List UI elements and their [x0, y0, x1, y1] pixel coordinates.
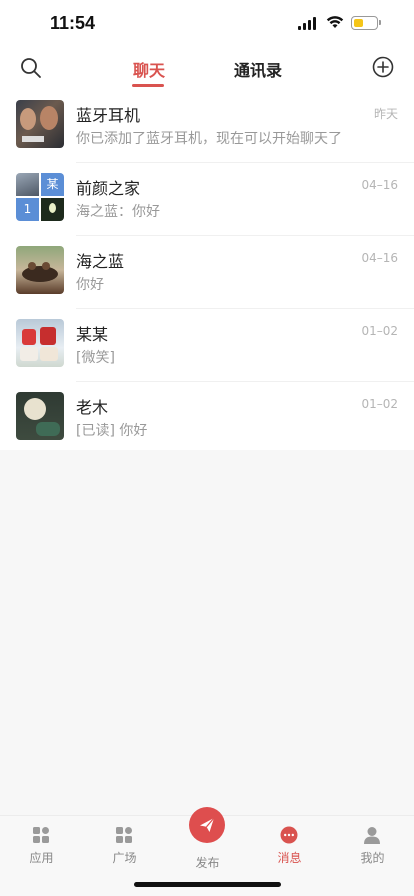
- tab-label: 我的: [360, 851, 385, 865]
- chat-item[interactable]: 某 1 前颜之家 海之蓝：你好 04–16: [0, 163, 414, 236]
- grid-icon: [116, 827, 132, 843]
- wifi-icon: [326, 16, 344, 28]
- chat-time: 昨天: [373, 107, 398, 121]
- chat-name: 某某: [76, 325, 109, 344]
- chat-item[interactable]: 老木 [已读] 你好 01–02: [0, 382, 414, 455]
- group-badge: 1: [16, 198, 39, 221]
- chat-item[interactable]: 蓝牙耳机 你已添加了蓝牙耳机，现在可以开始聊天了 昨天: [0, 90, 414, 163]
- publish-button[interactable]: [189, 807, 225, 843]
- tab-square[interactable]: 广场: [83, 816, 166, 876]
- chat-bubble-icon: [280, 826, 298, 844]
- search-icon[interactable]: [19, 56, 43, 80]
- tab-chat[interactable]: 聊天: [133, 57, 165, 81]
- tab-me[interactable]: 我的: [331, 816, 414, 876]
- chat-preview: [微笑]: [76, 350, 115, 366]
- chat-preview: 海之蓝：你好: [76, 204, 160, 220]
- chat-item[interactable]: 某某 [微笑] 01–02: [0, 309, 414, 382]
- chat-list: 蓝牙耳机 你已添加了蓝牙耳机，现在可以开始聊天了 昨天 某 1 前颜之家 海之蓝…: [0, 90, 414, 450]
- chat-name: 蓝牙耳机: [76, 106, 141, 125]
- active-tab-indicator: [132, 84, 164, 87]
- group-badge: 某: [41, 173, 64, 196]
- avatar: [16, 246, 64, 294]
- chat-item[interactable]: 海之蓝 你好 04–16: [0, 236, 414, 309]
- status-bar: 11:54: [0, 0, 414, 50]
- avatar: [16, 319, 64, 367]
- status-time: 11:54: [50, 13, 96, 33]
- paper-plane-icon: [200, 817, 215, 832]
- top-nav: 聊天 通讯录: [0, 50, 414, 90]
- avatar: [16, 100, 64, 148]
- chat-time: 04–16: [361, 251, 398, 265]
- group-avatar: 某 1: [16, 173, 64, 221]
- tab-apps[interactable]: 应用: [0, 816, 83, 876]
- chat-preview: 你好: [76, 277, 104, 293]
- tab-label: 广场: [112, 851, 137, 865]
- tab-contacts[interactable]: 通讯录: [234, 57, 282, 81]
- tab-label: 消息: [277, 851, 302, 865]
- chat-name: 前颜之家: [76, 179, 141, 198]
- chat-preview: 你已添加了蓝牙耳机，现在可以开始聊天了: [76, 131, 342, 147]
- chat-time: 04–16: [361, 178, 398, 192]
- chat-time: 01–02: [361, 397, 398, 411]
- person-icon: [364, 827, 380, 844]
- tab-label: 应用: [29, 851, 54, 865]
- chat-time: 01–02: [361, 324, 398, 338]
- signal-icon: [298, 17, 318, 30]
- chat-name: 海之蓝: [76, 252, 125, 271]
- grid-icon: [33, 827, 49, 843]
- battery-icon: [351, 16, 381, 30]
- add-icon[interactable]: [372, 56, 394, 78]
- chat-name: 老木: [76, 398, 109, 417]
- chat-preview: [已读] 你好: [76, 423, 148, 439]
- publish-label: 发布: [195, 856, 220, 870]
- home-indicator: [134, 882, 281, 887]
- avatar: [16, 392, 64, 440]
- tab-messages[interactable]: 消息: [248, 816, 331, 876]
